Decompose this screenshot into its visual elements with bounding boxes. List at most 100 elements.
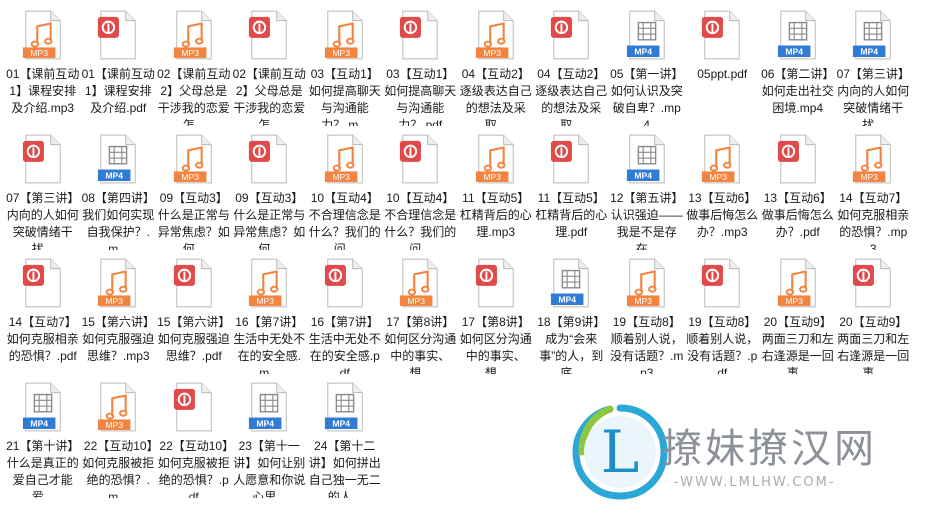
file-name: 04【互动2】逐级表达自己的想法及采取... (459, 67, 532, 126)
file-type-badge: MP3 (785, 296, 803, 306)
file-name: 04【互动2】逐级表达自己的想法及采取... (535, 67, 608, 126)
pdf-file-icon (324, 258, 363, 308)
file-item[interactable]: 20【互动9】两面三刀和左右逢源是一回事... (836, 250, 912, 374)
file-name: 07【第三讲】内向的人如何突破情绪干扰... (836, 67, 910, 126)
file-item[interactable]: MP3 22【互动10】如何克服被拒绝的恐惧？.m... (81, 374, 157, 498)
audio-file-icon: MP3 (626, 258, 665, 308)
file-name: 11【互动5】杠精背后的心理.mp3 (459, 191, 532, 239)
pdf-file-icon (22, 258, 61, 308)
file-type-badge: MP3 (408, 296, 426, 306)
file-type-badge: MP3 (710, 172, 728, 182)
file-item[interactable]: MP4 18【第9讲】成为“会来事”的人，到底... (534, 250, 610, 374)
audio-file-icon: MP3 (777, 258, 816, 308)
file-item[interactable]: MP3 03【互动1】如何提高聊天与沟通能力？.m... (307, 2, 383, 126)
pdf-file-icon (249, 10, 287, 60)
file-item[interactable]: 09【互动3】什么是正常与异常焦虑？如何... (232, 126, 308, 250)
file-name: 01【课前互动1】课程安排及介绍.mp3 (6, 67, 80, 115)
video-file-icon: MP4 (249, 382, 287, 432)
file-item[interactable]: 11【互动5】杠精背后的心理.pdf (534, 126, 610, 250)
file-item[interactable]: MP3 17【第8讲】如何区分沟通中的事实、想... (383, 250, 459, 374)
file-item[interactable]: MP3 04【互动2】逐级表达自己的想法及采取... (458, 2, 534, 126)
file-item[interactable]: MP3 20【互动9】两面三刀和左右逢源是一回事... (760, 250, 836, 374)
video-file-icon: MP4 (626, 134, 665, 184)
file-item[interactable]: MP4 07【第三讲】内向的人如何突破情绪干扰... (836, 2, 912, 126)
file-item[interactable]: 07【第三讲】内向的人如何突破情绪干扰... (5, 126, 81, 250)
file-item[interactable]: MP3 15【第六讲】如何克服强迫思维？.mp3 (81, 250, 157, 374)
pdf-file-icon (777, 134, 816, 184)
file-item[interactable]: MP4 06【第二讲】如何走出社交困境.mp4 (760, 2, 836, 126)
file-name: 03【互动1】如何提高聊天与沟通能力？.pdf (384, 67, 457, 126)
file-type-badge: MP3 (181, 172, 199, 182)
file-item[interactable]: MP4 24【第十二讲】如何拼出自己独一无二的人... (307, 374, 383, 498)
file-item[interactable]: MP4 05【第一讲】如何认识及突破自卑？.mp4 (609, 2, 685, 126)
file-type-badge: MP4 (634, 47, 652, 57)
pdf-file-icon (98, 10, 136, 60)
pdf-file-icon (249, 134, 287, 184)
video-file-icon: MP4 (777, 10, 816, 60)
file-name: 13【互动6】做事后悔怎么办？.mp3 (686, 191, 759, 239)
file-name: 09【互动3】什么是正常与异常焦虑？如何... (157, 191, 230, 250)
file-item[interactable]: 22【互动10】如何克服被拒绝的恐惧？.pdf (156, 374, 232, 498)
file-item[interactable]: MP3 11【互动5】杠精背后的心理.mp3 (458, 126, 534, 250)
file-name: 03【互动1】如何提高聊天与沟通能力？.m... (308, 67, 381, 126)
audio-file-icon: MP3 (173, 10, 212, 60)
pdf-file-icon (400, 134, 438, 184)
video-file-icon: MP4 (22, 382, 61, 432)
file-item[interactable]: MP4 08【第四讲】我们如何实现自我保护？.m... (81, 126, 157, 250)
file-item[interactable]: MP4 23【第十一讲】如何让别人愿意和你说心里... (232, 374, 308, 498)
file-name: 15【第六讲】如何克服强迫思维？.pdf (157, 315, 231, 363)
file-item[interactable]: 16【第7讲】生活中无处不在的安全感.pdf (307, 250, 383, 374)
file-item[interactable]: 10【互动4】不合理信念是什么？我们的问... (383, 126, 459, 250)
file-type-badge: MP4 (257, 419, 275, 429)
file-name: 13【互动6】做事后悔怎么办？.pdf (761, 191, 834, 239)
file-name: 05ppt.pdf (697, 67, 748, 81)
file-item[interactable]: MP4 21【第十讲】什么是真正的爱自己才能爱... (5, 374, 81, 498)
file-item[interactable]: MP3 02【课前互动2】父母总是干涉我的恋爱怎... (156, 2, 232, 126)
video-file-icon: MP4 (853, 10, 891, 60)
file-name: 23【第十一讲】如何让别人愿意和你说心里... (233, 439, 306, 498)
file-item[interactable]: MP3 01【课前互动1】课程安排及介绍.mp3 (5, 2, 81, 126)
file-item[interactable]: 04【互动2】逐级表达自己的想法及采取... (534, 2, 610, 126)
audio-file-icon: MP3 (98, 382, 136, 432)
pdf-file-icon (173, 382, 212, 432)
audio-file-icon: MP3 (475, 134, 514, 184)
file-item[interactable]: MP3 10【互动4】不合理信念是什么？我们的问... (307, 126, 383, 250)
pdf-file-icon (702, 10, 740, 60)
file-name: 15【第六讲】如何克服强迫思维？.mp3 (81, 315, 155, 363)
file-name: 07【第三讲】内向的人如何突破情绪干扰... (6, 191, 80, 250)
file-item[interactable]: MP3 09【互动3】什么是正常与异常焦虑？如何... (156, 126, 232, 250)
file-item[interactable]: 02【课前互动2】父母总是干涉我的恋爱怎... (232, 2, 308, 126)
file-item[interactable]: 03【互动1】如何提高聊天与沟通能力？.pdf (383, 2, 459, 126)
file-name: 14【互动7】如何克服相亲的恐惧？.mp3 (837, 191, 910, 250)
file-name: 06【第二讲】如何走出社交困境.mp4 (761, 67, 835, 115)
file-item[interactable]: 13【互动6】做事后悔怎么办？.pdf (760, 126, 836, 250)
pdf-file-icon (551, 10, 589, 60)
file-name: 21【第十讲】什么是真正的爱自己才能爱... (6, 439, 80, 498)
file-item[interactable]: 19【互动8】顺着别人说，没有话题？.pdf (685, 250, 761, 374)
audio-file-icon: MP3 (324, 134, 363, 184)
file-item[interactable]: MP3 14【互动7】如何克服相亲的恐惧？.mp3 (836, 126, 912, 250)
file-type-badge: MP4 (634, 171, 652, 181)
file-item[interactable]: MP3 16【第7讲】生活中无处不在的安全感.m... (232, 250, 308, 374)
file-name: 10【互动4】不合理信念是什么？我们的问... (384, 191, 457, 250)
file-item[interactable]: MP4 12【第五讲】认识强迫——我是不是存在... (609, 126, 685, 250)
file-item[interactable]: 01【课前互动1】课程安排及介绍.pdf (81, 2, 157, 126)
file-item[interactable]: MP3 13【互动6】做事后悔怎么办？.mp3 (685, 126, 761, 250)
file-name: 12【第五讲】认识强迫——我是不是存在... (610, 191, 684, 250)
pdf-file-icon (551, 134, 589, 184)
file-name: 17【第8讲】如何区分沟通中的事实、想... (384, 315, 457, 374)
file-item[interactable]: MP3 19【互动8】顺着别人说，没有话题？.mp3 (609, 250, 685, 374)
site-watermark: L 撩妹撩汉网 -WWW.LMLHW.COM- (570, 400, 920, 505)
video-file-icon: MP4 (324, 382, 363, 432)
file-type-badge: MP4 (30, 419, 48, 429)
file-item[interactable]: 05ppt.pdf (685, 2, 761, 126)
file-type-badge: MP3 (106, 296, 124, 306)
file-item[interactable]: 14【互动7】如何克服相亲的恐惧？.pdf (5, 250, 81, 374)
file-name: 05【第一讲】如何认识及突破自卑？.mp4 (610, 67, 684, 126)
file-name: 19【互动8】顺着别人说，没有话题？.pdf (686, 315, 759, 374)
audio-file-icon: MP3 (324, 10, 363, 60)
file-name: 09【互动3】什么是正常与异常焦虑？如何... (233, 191, 306, 250)
file-item[interactable]: 15【第六讲】如何克服强迫思维？.pdf (156, 250, 232, 374)
audio-file-icon: MP3 (249, 258, 287, 308)
file-item[interactable]: 17【第8讲】如何区分沟通中的事实、想... (458, 250, 534, 374)
